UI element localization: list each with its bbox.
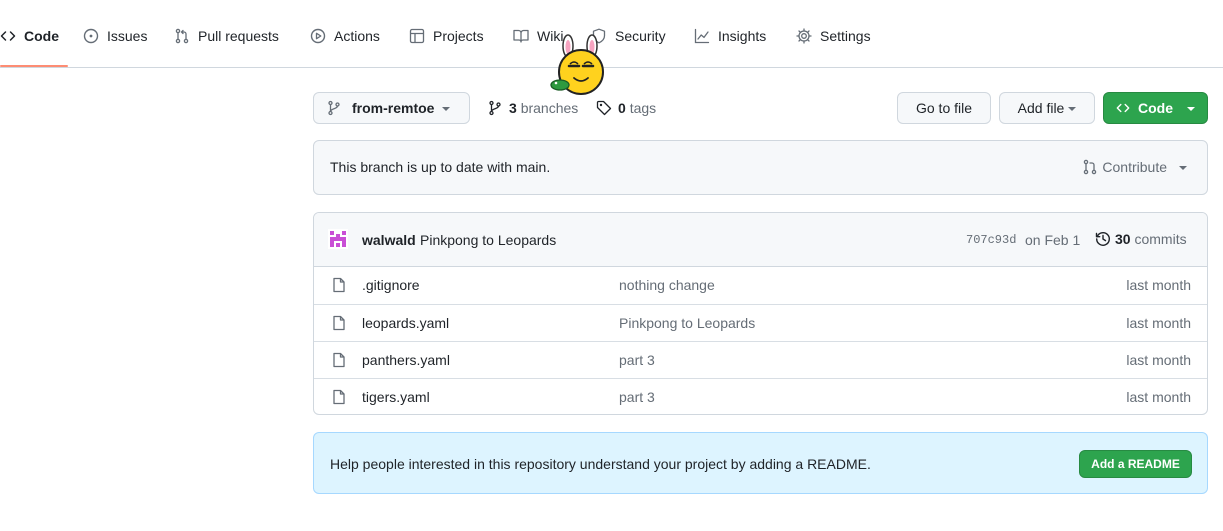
mascot-sticker-icon [550,34,604,95]
file-commit-message[interactable]: part 3 [619,389,655,405]
tab-settings-label: Settings [820,28,871,44]
git-pull-request-icon [1084,159,1097,175]
tab-security-label: Security [615,28,666,44]
git-branch-icon [489,100,501,116]
book-icon [513,29,529,43]
tab-actions-label: Actions [334,28,380,44]
file-age: last month [1126,352,1191,368]
commit-sha[interactable]: 707c93d [966,233,1016,247]
file-icon [333,277,345,293]
table-row[interactable]: panthers.yaml part 3 last month [314,341,1207,378]
tab-settings[interactable]: Settings [796,26,871,62]
file-commit-message[interactable]: part 3 [619,352,655,368]
file-icon [333,352,345,368]
tab-actions[interactable]: Actions [310,26,380,62]
file-icon [333,389,345,405]
branch-status-message: This branch is up to date with main. [330,159,551,175]
avatar[interactable] [328,229,348,249]
go-to-file-label: Go to file [915,100,973,116]
file-name[interactable]: .gitignore [362,277,420,293]
branches-label: branches [520,100,579,116]
commits-label: commits [1134,231,1187,247]
git-pull-request-icon [175,28,189,44]
file-commit-message[interactable]: Pinkpong to Leopards [619,315,755,331]
commit-date: on Feb 1 [1025,232,1081,248]
branch-name: from-remtoe [352,100,435,116]
table-row[interactable]: tigers.yaml part 3 last month [314,378,1207,414]
commits-history-link[interactable]: 30 commits [1095,231,1187,247]
branch-status-box: This branch is up to date with main. Con… [313,140,1208,195]
file-name[interactable]: leopards.yaml [362,315,449,331]
add-readme-button[interactable]: Add a README [1079,450,1192,478]
chevron-down-icon [1179,165,1187,170]
add-file-button[interactable]: Add file [999,92,1095,124]
add-readme-banner: Help people interested in this repositor… [313,432,1208,494]
gear-icon [796,28,812,44]
table-row[interactable]: .gitignore nothing change last month [314,267,1207,304]
file-age: last month [1126,277,1191,293]
commit-message[interactable]: Pinkpong to Leopards [420,232,556,248]
branches-link[interactable]: 3 branches [487,98,578,118]
table-row[interactable]: leopards.yaml Pinkpong to Leopards last … [314,304,1207,341]
file-age: last month [1126,315,1191,331]
play-icon [310,28,326,44]
repo-nav: Code Issues Pull requests Actions Projec… [0,0,1223,68]
branch-select-button[interactable]: from-remtoe [313,92,470,124]
file-icon [333,315,345,331]
file-age: last month [1126,389,1191,405]
tags-count: 0 [618,100,626,116]
table-icon [409,28,425,44]
file-name[interactable]: panthers.yaml [362,352,450,368]
commits-count: 30 [1115,231,1131,247]
tab-code[interactable]: Code [0,26,59,62]
history-icon [1095,232,1110,246]
selected-tab-underline [0,65,68,67]
readme-banner-message: Help people interested in this repositor… [330,456,871,472]
tab-code-label: Code [24,28,59,44]
tab-insights-label: Insights [718,28,767,44]
code-dropdown-button[interactable]: Code [1103,92,1208,124]
branches-count: 3 [509,100,517,116]
contribute-button[interactable]: Contribute [1082,159,1187,175]
tag-icon [596,100,612,116]
tab-pull-requests[interactable]: Pull requests [174,26,279,62]
file-browser: walwald Pinkpong to Leopards 707c93d on … [313,212,1208,415]
tab-projects[interactable]: Projects [409,26,484,62]
go-to-file-button[interactable]: Go to file [897,92,991,124]
tab-pull-requests-label: Pull requests [198,28,279,44]
chevron-down-icon [1187,106,1195,111]
tags-label: tags [629,100,657,116]
latest-commit-header: walwald Pinkpong to Leopards 707c93d on … [314,213,1207,267]
git-branch-icon [328,100,340,116]
chevron-down-icon [1068,106,1077,111]
tab-issues[interactable]: Issues [83,26,147,62]
tags-link[interactable]: 0 tags [596,98,656,118]
code-icon [0,31,16,41]
graph-icon [694,28,710,44]
code-icon [1116,103,1130,113]
commit-author[interactable]: walwald [362,232,416,248]
file-commit-message[interactable]: nothing change [619,277,715,293]
add-file-label: Add file [1017,100,1065,116]
tab-issues-label: Issues [107,28,148,44]
file-name[interactable]: tigers.yaml [362,389,430,405]
contribute-label: Contribute [1102,159,1167,175]
code-button-label: Code [1138,100,1173,116]
tab-projects-label: Projects [433,28,484,44]
issue-opened-icon [83,28,99,44]
tab-insights[interactable]: Insights [694,26,766,62]
chevron-down-icon [442,106,451,111]
